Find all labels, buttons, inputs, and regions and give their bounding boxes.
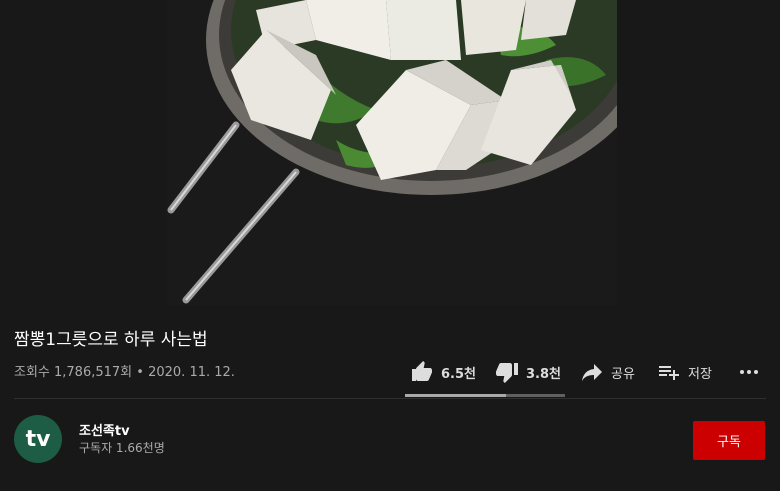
save-label: 저장 [688, 366, 712, 382]
thumbs-up-icon [410, 360, 434, 384]
like-button[interactable]: 6.5천 [410, 355, 476, 389]
view-count: 조회수 1,786,517회 [14, 365, 133, 380]
divider [14, 398, 766, 399]
more-button[interactable] [737, 355, 761, 389]
sentiment-bar [405, 394, 565, 397]
dislike-count: 3.8천 [526, 366, 561, 382]
dislike-button[interactable]: 3.8천 [495, 355, 561, 389]
sentiment-bar-likes [405, 394, 506, 397]
video-player[interactable] [166, 0, 617, 305]
avatar[interactable]: tv [14, 415, 62, 463]
thumbs-down-icon [495, 360, 519, 384]
subscribe-button[interactable]: 구독 [693, 421, 765, 460]
video-title: 짬뽕1그릇으로 하루 사는법 [14, 330, 208, 350]
upload-date: 2020. 11. 12. [148, 365, 235, 380]
more-horizontal-icon [737, 360, 761, 384]
video-actions: 6.5천 3.8천 공유 저장 [405, 355, 780, 397]
save-button[interactable]: 저장 [657, 355, 712, 389]
share-label: 공유 [611, 366, 635, 382]
meta-separator: • [136, 365, 144, 380]
playlist-add-icon [657, 360, 681, 384]
channel-name[interactable]: 조선족tv [79, 420, 130, 439]
video-frame [166, 0, 617, 305]
video-meta: 조회수 1,786,517회 • 2020. 11. 12. [14, 361, 235, 380]
share-arrow-icon [580, 360, 604, 384]
like-count: 6.5천 [441, 366, 476, 382]
share-button[interactable]: 공유 [580, 355, 635, 389]
subscriber-count: 구독자 1.66천명 [79, 441, 165, 455]
